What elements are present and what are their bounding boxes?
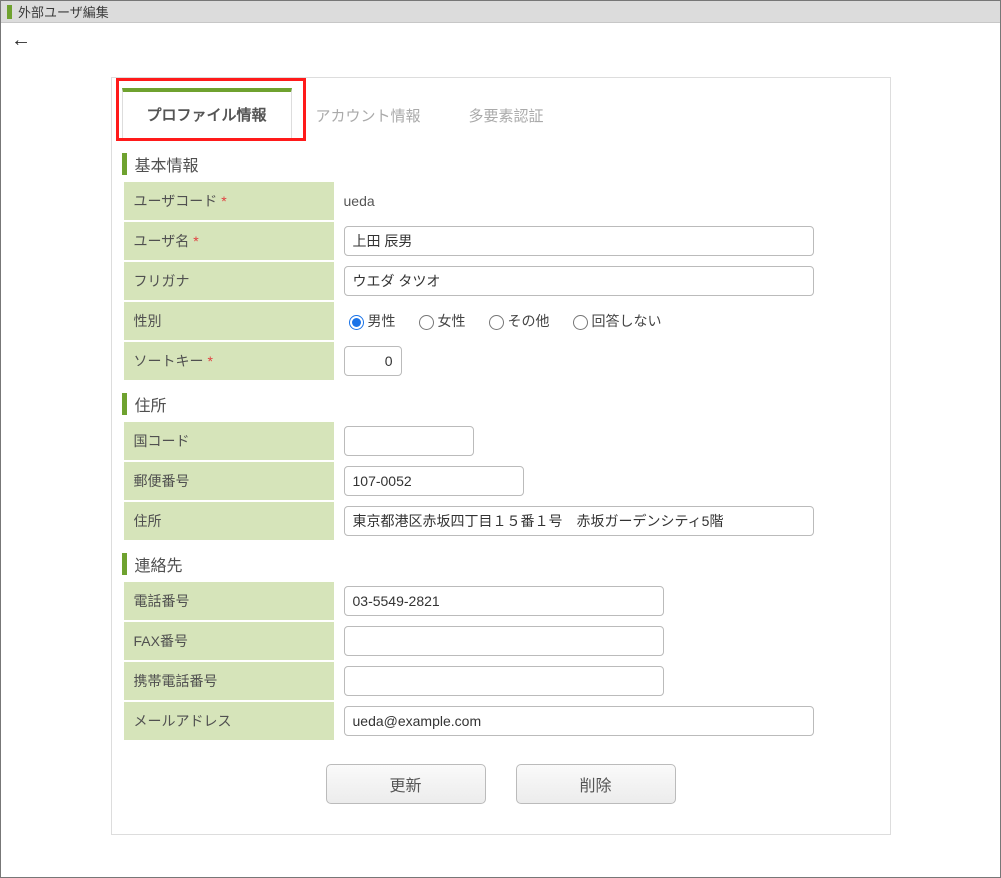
section-contact: 連絡先 — [122, 552, 880, 576]
section-bar-icon — [122, 553, 127, 575]
row-gender: 性別 男性 女性 その他 回答しない — [124, 302, 878, 340]
section-basic-title: 基本情報 — [135, 152, 199, 176]
input-user-name[interactable] — [344, 226, 814, 256]
label-mobile: 携帯電話番号 — [124, 662, 334, 700]
section-address: 住所 — [122, 392, 880, 416]
radio-female-label[interactable]: 女性 — [414, 311, 466, 331]
tab-account[interactable]: アカウント情報 — [292, 89, 445, 140]
section-bar-icon — [122, 393, 127, 415]
toolbar: ← — [1, 23, 1000, 57]
update-button[interactable]: 更新 — [326, 764, 486, 804]
row-address: 住所 — [124, 502, 878, 540]
row-mobile: 携帯電話番号 — [124, 662, 878, 700]
label-fax: FAX番号 — [124, 622, 334, 660]
label-address: 住所 — [124, 502, 334, 540]
label-sort-key: ソートキー* — [124, 342, 334, 380]
titlebar: 外部ユーザ編集 — [1, 1, 1000, 23]
window-title: 外部ユーザ編集 — [18, 2, 109, 21]
label-user-code: ユーザコード* — [124, 182, 334, 220]
input-email[interactable] — [344, 706, 814, 736]
radio-other[interactable] — [489, 315, 504, 330]
section-address-title: 住所 — [135, 392, 167, 416]
row-postal: 郵便番号 — [124, 462, 878, 500]
row-fax: FAX番号 — [124, 622, 878, 660]
row-furigana: フリガナ — [124, 262, 878, 300]
label-user-name: ユーザ名* — [124, 222, 334, 260]
input-phone[interactable] — [344, 586, 664, 616]
label-country-code: 国コード — [124, 422, 334, 460]
input-mobile[interactable] — [344, 666, 664, 696]
row-email: メールアドレス — [124, 702, 878, 740]
radio-other-label[interactable]: その他 — [484, 311, 550, 331]
radio-female[interactable] — [419, 315, 434, 330]
radio-noanswer[interactable] — [573, 315, 588, 330]
row-user-code: ユーザコード* ueda — [124, 182, 878, 220]
row-country-code: 国コード — [124, 422, 878, 460]
label-postal: 郵便番号 — [124, 462, 334, 500]
input-fax[interactable] — [344, 626, 664, 656]
app-window: 外部ユーザ編集 ← プロファイル情報 アカウント情報 多要素認証 基本情報 ユー… — [0, 0, 1001, 878]
label-email: メールアドレス — [124, 702, 334, 740]
tab-mfa[interactable]: 多要素認証 — [445, 89, 568, 140]
radio-male[interactable] — [349, 315, 364, 330]
input-furigana[interactable] — [344, 266, 814, 296]
section-basic: 基本情報 — [122, 152, 880, 176]
title-accent-icon — [7, 5, 12, 19]
label-gender: 性別 — [124, 302, 334, 340]
tabs: プロファイル情報 アカウント情報 多要素認証 — [112, 78, 890, 140]
tab-profile[interactable]: プロファイル情報 — [122, 88, 292, 140]
section-contact-title: 連絡先 — [135, 552, 183, 576]
radio-male-label[interactable]: 男性 — [344, 311, 396, 331]
gender-radio-group: 男性 女性 その他 回答しない — [334, 307, 878, 335]
value-user-code: ueda — [344, 193, 375, 209]
content-area: プロファイル情報 アカウント情報 多要素認証 基本情報 ユーザコード* ueda… — [1, 57, 1000, 865]
radio-noanswer-label[interactable]: 回答しない — [568, 311, 662, 331]
input-postal[interactable] — [344, 466, 524, 496]
delete-button[interactable]: 削除 — [516, 764, 676, 804]
label-furigana: フリガナ — [124, 262, 334, 300]
action-buttons: 更新 削除 — [112, 764, 890, 804]
input-sort-key[interactable] — [344, 346, 402, 376]
input-country-code[interactable] — [344, 426, 474, 456]
form-panel: プロファイル情報 アカウント情報 多要素認証 基本情報 ユーザコード* ueda… — [111, 77, 891, 835]
section-bar-icon — [122, 153, 127, 175]
row-phone: 電話番号 — [124, 582, 878, 620]
input-address[interactable] — [344, 506, 814, 536]
row-user-name: ユーザ名* — [124, 222, 878, 260]
row-sort-key: ソートキー* — [124, 342, 878, 380]
label-phone: 電話番号 — [124, 582, 334, 620]
back-arrow-icon[interactable]: ← — [11, 30, 31, 50]
